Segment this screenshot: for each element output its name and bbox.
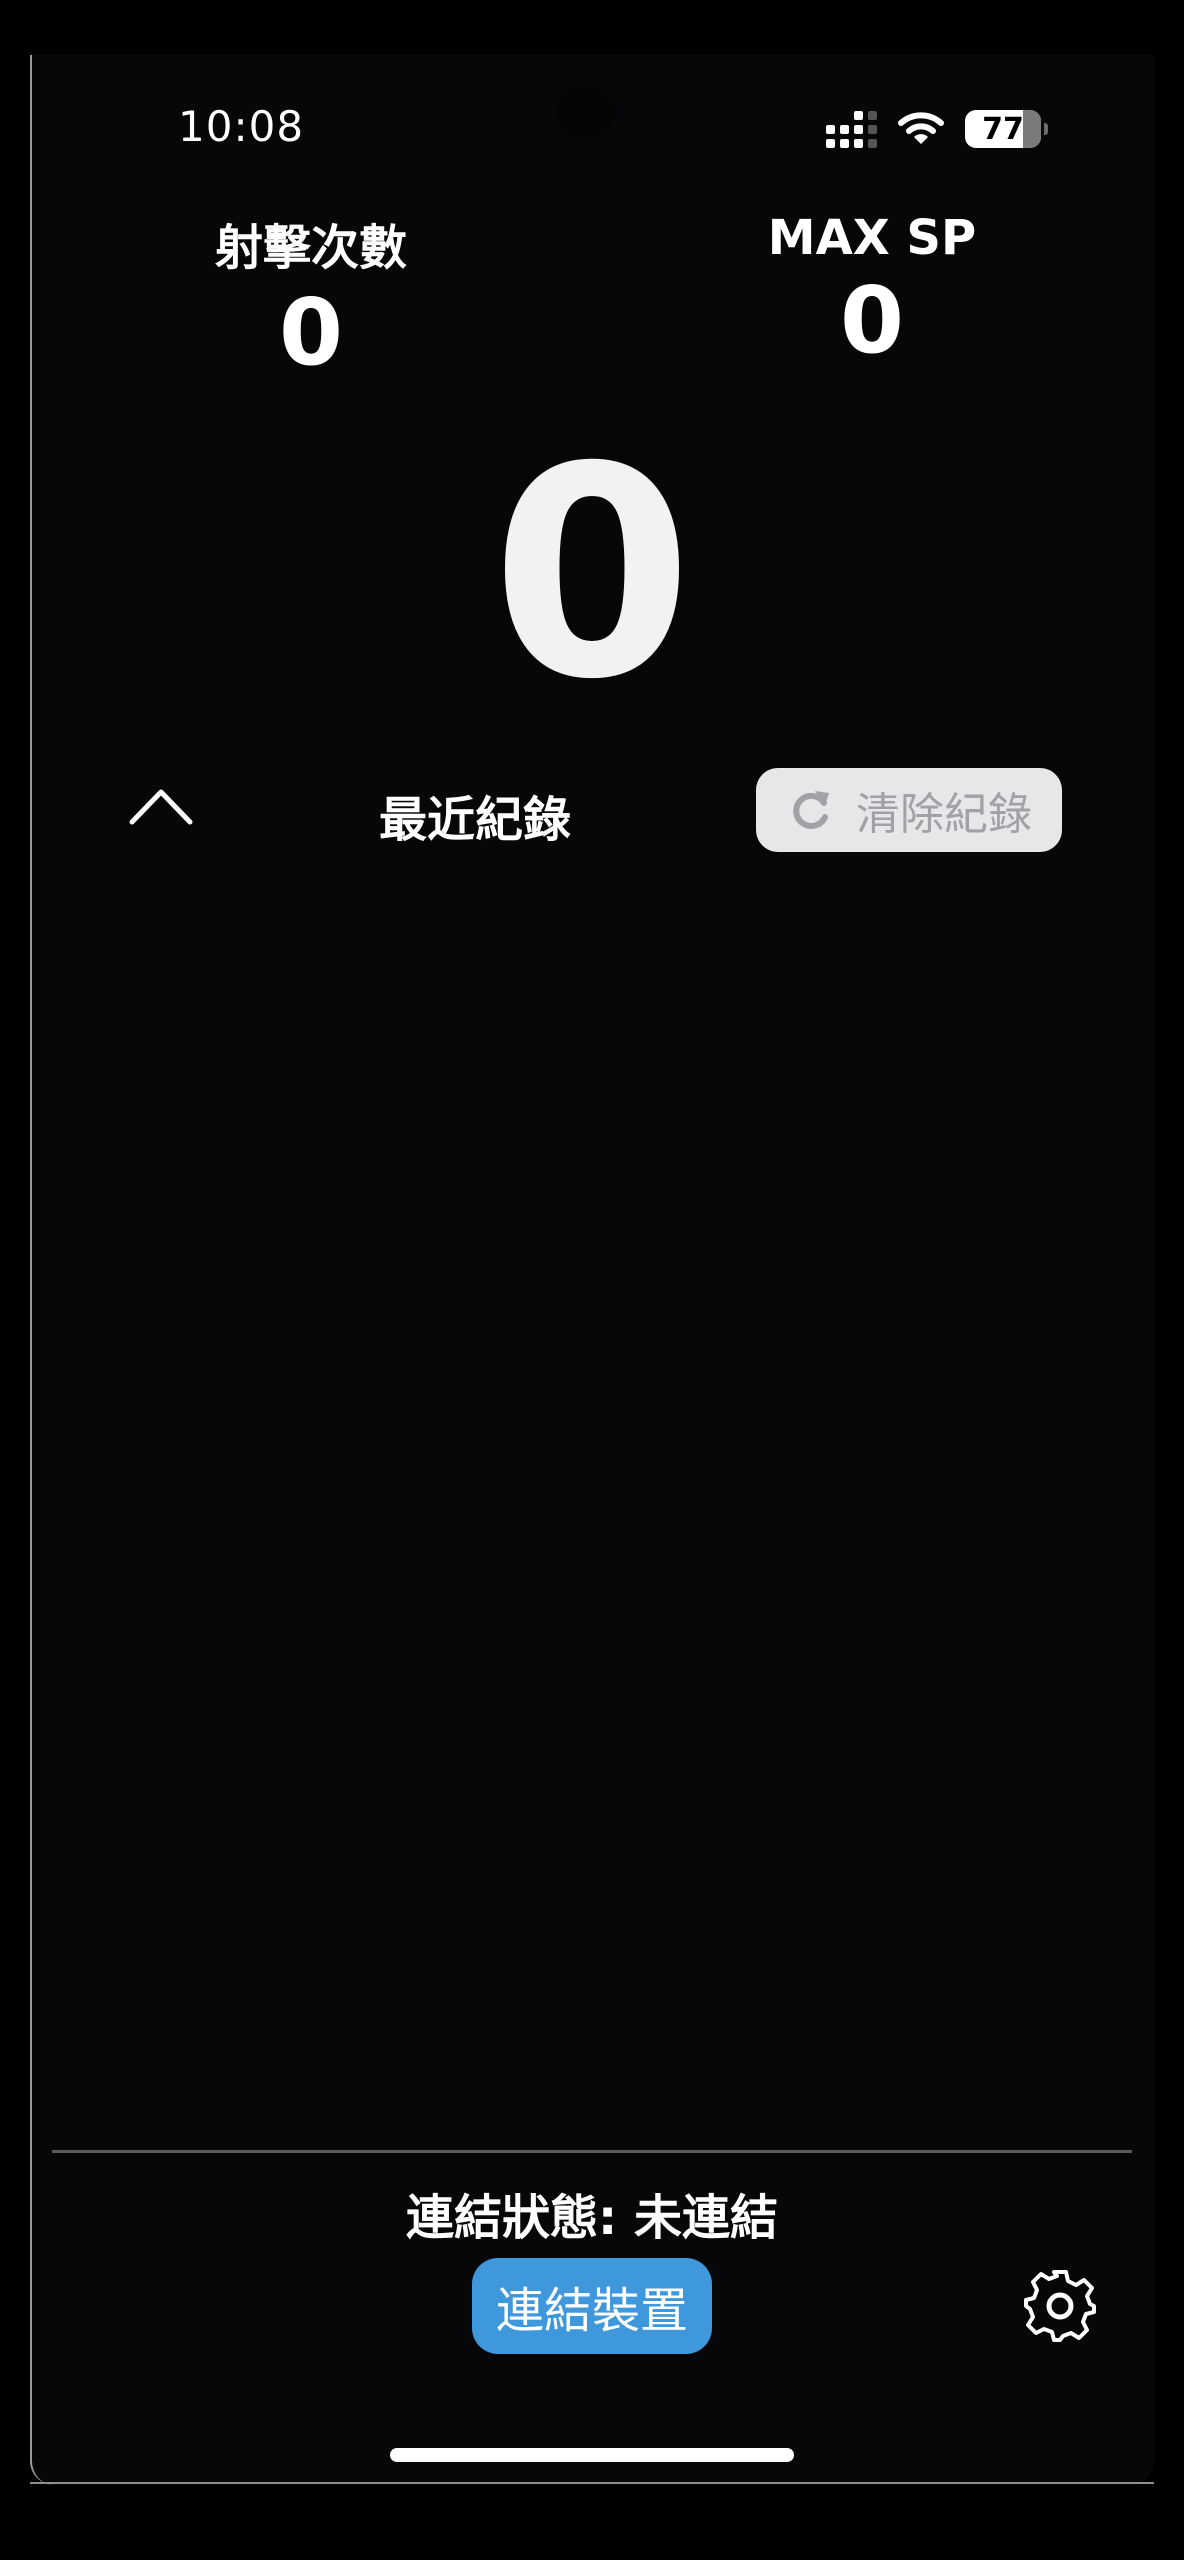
- records-list[interactable]: [52, 880, 1132, 2140]
- main-speed-display: 0: [491, 406, 693, 743]
- gear-icon: [1024, 2270, 1096, 2342]
- refresh-icon: [793, 791, 829, 829]
- screen-edge: [30, 2482, 1154, 2484]
- clear-records-label: 清除紀錄: [856, 789, 1032, 840]
- connection-status: 連結狀態: 未連結: [406, 2190, 778, 2246]
- clear-records-button[interactable]: 清除紀錄: [756, 768, 1062, 852]
- device-frame: 10:08 77 射擊次數 0 MAX SP 0 0 最近紀錄 清除紀錄 連結狀…: [0, 0, 1184, 2560]
- max-sp-value: 0: [839, 267, 904, 374]
- settings-button[interactable]: [1022, 2268, 1098, 2344]
- max-sp-stat: MAX SP 0: [702, 210, 1042, 376]
- shots-label: 射擊次數: [214, 220, 407, 276]
- battery-icon: 77: [965, 110, 1048, 148]
- front-camera: [556, 85, 616, 137]
- max-sp-label: MAX SP: [767, 210, 977, 266]
- footer-divider: [52, 2150, 1132, 2153]
- collapse-records-button[interactable]: [126, 780, 196, 830]
- battery-level: 77: [982, 111, 1024, 147]
- wifi-icon: [898, 112, 944, 144]
- shots-value: 0: [278, 279, 343, 386]
- signal-icon: [826, 110, 877, 148]
- records-title: 最近紀錄: [378, 792, 571, 848]
- connect-device-button[interactable]: 連結裝置: [472, 2258, 712, 2354]
- home-indicator[interactable]: [390, 2448, 794, 2462]
- status-icons: 77: [826, 106, 1048, 152]
- chevron-up-icon: [129, 789, 193, 825]
- status-time: 10:08: [178, 102, 305, 151]
- shots-stat: 射擊次數 0: [141, 208, 481, 388]
